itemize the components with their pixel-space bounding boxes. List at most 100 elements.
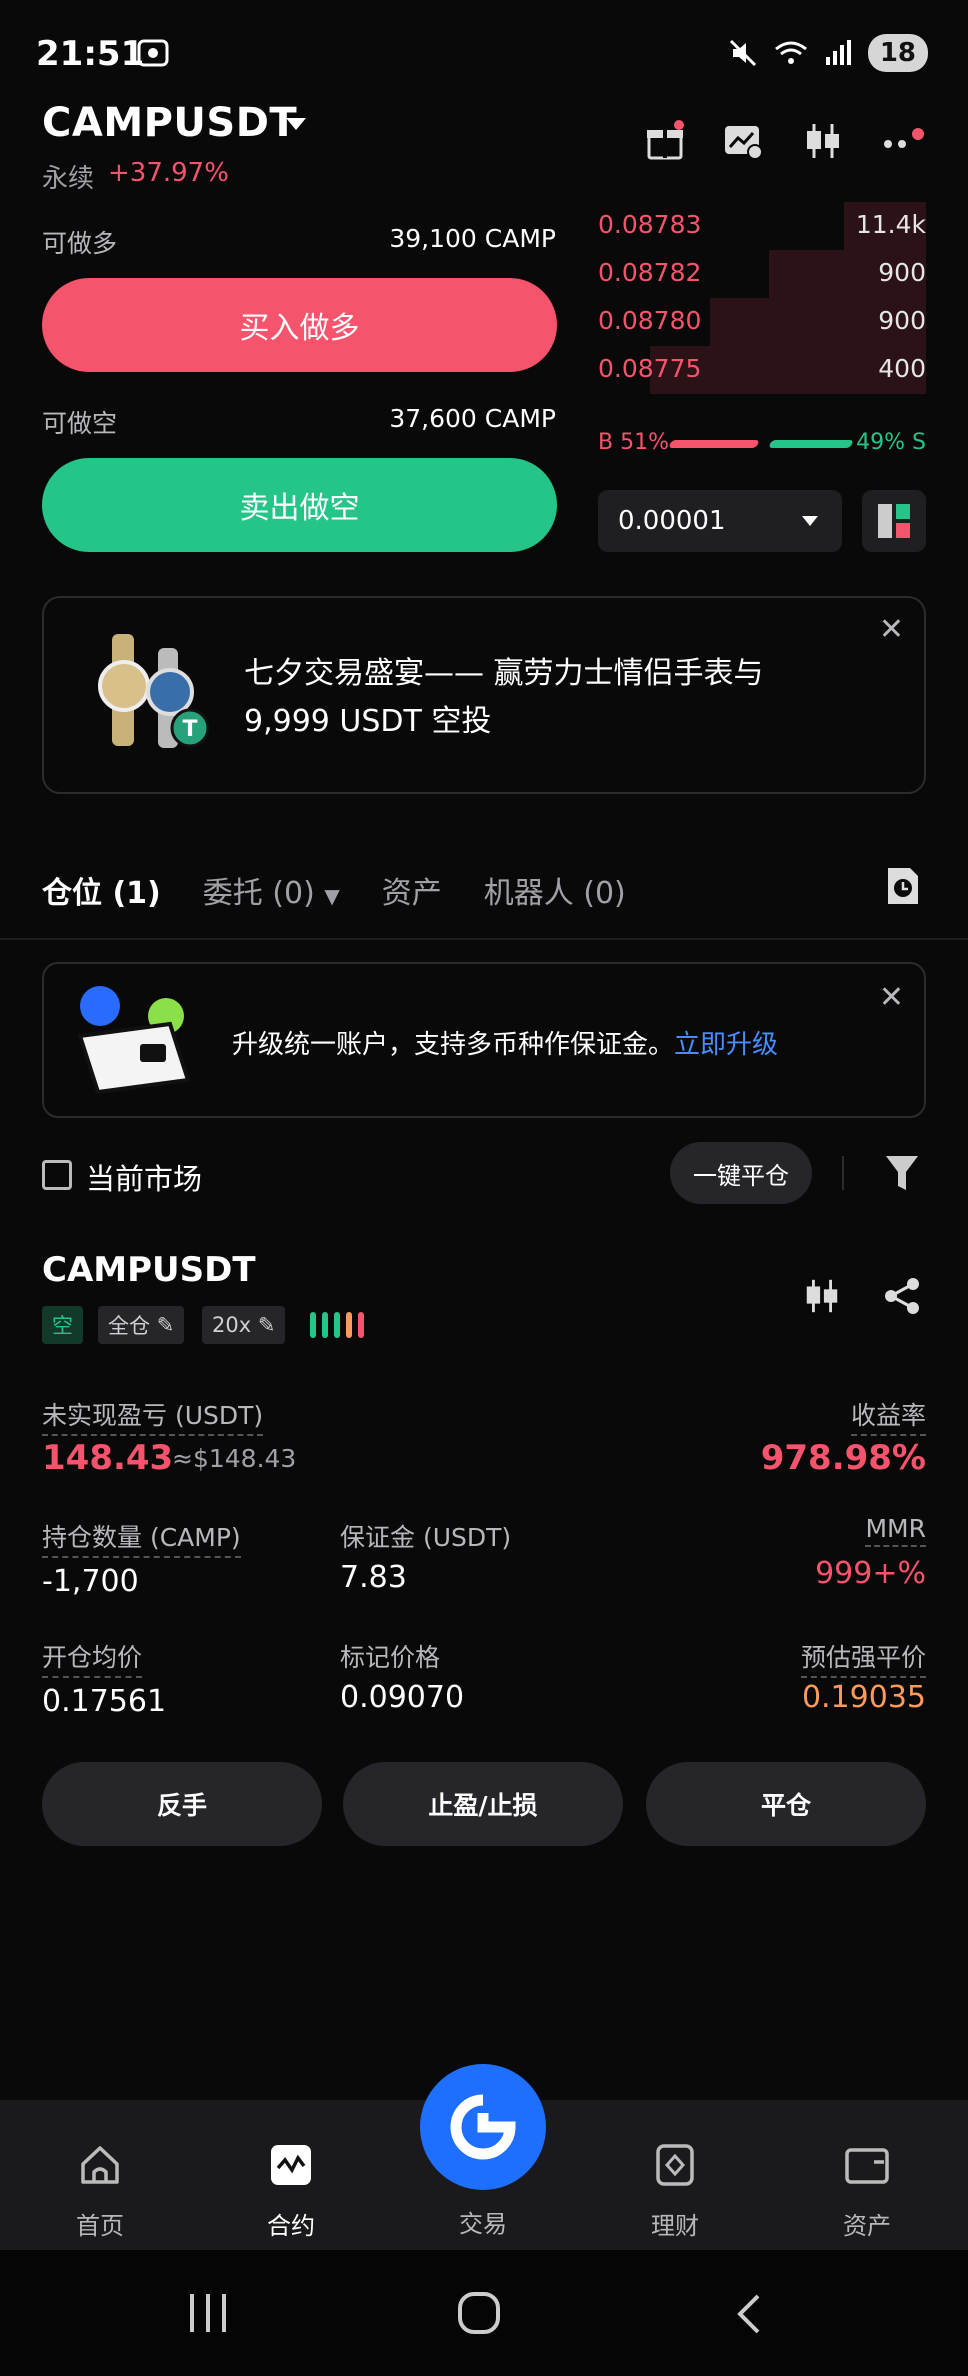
banner-text: 七夕交易盛宴—— 赢劳力士情侣手表与 9,999 USDT 空投	[244, 656, 764, 739]
upgrade-card[interactable]: 升级统一账户，支持多币种作保证金。立即升级 ✕	[42, 962, 926, 1118]
wifi-icon	[774, 41, 807, 64]
margin-mode-badge[interactable]: 全仓 ✎	[98, 1306, 185, 1344]
tab-orders[interactable]: 委托 (0) ▼	[203, 868, 340, 912]
nav-earn[interactable]: 理财	[620, 2142, 730, 2241]
filter-icon[interactable]	[884, 1154, 920, 1196]
divider	[0, 938, 968, 940]
short-available-value: 37,600 CAMP	[389, 404, 556, 433]
sell-short-button[interactable]: 卖出做空	[42, 458, 557, 552]
upgrade-message: 升级统一账户，支持多币种作保证金。	[232, 1030, 675, 1060]
ask-qty: 400	[878, 354, 926, 383]
home-button-icon[interactable]	[456, 2290, 502, 2340]
current-market-checkbox[interactable]	[42, 1160, 72, 1190]
nav-futures[interactable]: 合约	[236, 2142, 346, 2241]
chevron-down-icon[interactable]	[286, 118, 306, 130]
upgrade-link[interactable]: 立即升级	[674, 1030, 778, 1060]
ask-row[interactable]: 0.08783 11.4k	[598, 202, 926, 250]
wallet-icon	[845, 2148, 889, 2184]
ask-qty: 900	[878, 306, 926, 335]
tab-assets[interactable]: 资产	[382, 868, 442, 912]
nav-futures-label: 合约	[267, 2212, 315, 2240]
upgrade-text: 升级统一账户，支持多币种作保证金。立即升级	[232, 1024, 778, 1061]
ask-row[interactable]: 0.08775 400	[598, 346, 926, 394]
roe-value: 978.98%	[760, 1438, 926, 1478]
price-change: +37.97%	[108, 158, 229, 188]
ask-row[interactable]: 0.08780 900	[598, 298, 926, 346]
position-tabs: 仓位 (1) 委托 (0) ▼ 资产 机器人 (0)	[42, 868, 668, 912]
candlestick-icon[interactable]	[802, 1276, 842, 1320]
buy-ratio: B 51%	[598, 430, 669, 455]
close-all-button[interactable]: 一键平仓	[670, 1142, 812, 1204]
tpsl-button[interactable]: 止盈/止损	[343, 1762, 623, 1846]
nav-earn-label: 理财	[651, 2212, 699, 2240]
layout-icon	[878, 504, 910, 538]
tab-bots[interactable]: 机器人 (0)	[484, 868, 626, 912]
back-icon[interactable]	[734, 2292, 764, 2340]
chevron-down-icon	[802, 516, 818, 526]
share-icon[interactable]	[882, 1276, 922, 1320]
nav-assets-label: 资产	[843, 2212, 891, 2240]
ask-price: 0.08783	[598, 210, 702, 239]
unrealized-pnl-label[interactable]: 未实现盈亏 (USDT)	[42, 1396, 264, 1436]
recents-icon[interactable]	[186, 2292, 230, 2338]
long-available-label: 可做多	[42, 229, 118, 258]
mmr-value: 999+%	[815, 1556, 926, 1591]
page-title[interactable]: CAMPUSDT	[42, 100, 297, 146]
candlestick-icon[interactable]	[802, 120, 844, 166]
ask-qty: 11.4k	[855, 210, 926, 239]
unrealized-pnl-value: 148.43	[42, 1438, 174, 1478]
status-time: 21:51	[36, 34, 145, 74]
current-market-label[interactable]: 当前市场	[86, 1156, 202, 1198]
liq-price-label[interactable]: 预估强平价	[800, 1638, 926, 1678]
home-icon	[81, 2146, 119, 2184]
edit-icon: ✎	[257, 1313, 276, 1337]
trade-fab-button[interactable]	[420, 2064, 546, 2190]
precision-select[interactable]: 0.00001	[598, 490, 842, 552]
precision-value: 0.00001	[618, 506, 726, 536]
leverage-badge[interactable]: 20x ✎	[202, 1306, 286, 1344]
nav-home[interactable]: 首页	[45, 2142, 155, 2241]
close-position-button[interactable]: 平仓	[646, 1762, 926, 1846]
ask-price: 0.08775	[598, 354, 702, 383]
history-icon[interactable]	[884, 866, 922, 910]
system-nav-bar	[0, 2250, 968, 2376]
roe-label[interactable]: 收益率	[850, 1396, 926, 1436]
contract-type: 永续	[42, 164, 95, 194]
margin-value: 7.83	[340, 1560, 407, 1595]
edit-icon: ✎	[156, 1313, 175, 1337]
close-icon[interactable]: ✕	[879, 612, 904, 647]
mark-price-label: 标记价格	[340, 1643, 441, 1672]
position-size-label[interactable]: 持仓数量 (CAMP)	[42, 1518, 241, 1558]
sell-ratio: 49% S	[856, 430, 926, 455]
gate-logo-icon	[450, 2094, 516, 2160]
buy-long-button[interactable]: 买入做多	[42, 278, 557, 372]
position-size-value: -1,700	[42, 1564, 139, 1599]
chart-settings-icon[interactable]	[722, 120, 764, 166]
close-icon[interactable]: ✕	[879, 980, 904, 1015]
nav-assets[interactable]: 资产	[812, 2142, 922, 2241]
gift-icon[interactable]	[644, 120, 686, 166]
sell-ratio-bar	[768, 440, 854, 448]
mute-icon	[729, 39, 756, 67]
long-available-value: 39,100 CAMP	[389, 224, 556, 253]
mmr-label[interactable]: MMR	[865, 1514, 926, 1547]
book-layout-button[interactable]	[862, 490, 926, 552]
ask-price: 0.08782	[598, 258, 702, 287]
buy-sell-ratio: B 51% 49% S	[598, 430, 926, 456]
signal-icon	[825, 40, 851, 65]
more-icon[interactable]	[882, 120, 926, 166]
reverse-button[interactable]: 反手	[42, 1762, 322, 1846]
tab-orders-label: 委托 (0)	[202, 876, 315, 911]
side-badge: 空	[42, 1306, 83, 1344]
promo-banner[interactable]: T 七夕交易盛宴—— 赢劳力士情侣手表与 9,999 USDT 空投 ✕	[42, 596, 926, 794]
buy-ratio-bar	[668, 440, 760, 448]
tab-positions[interactable]: 仓位 (1)	[42, 868, 161, 912]
nav-trade-label[interactable]: 交易	[428, 2204, 538, 2239]
entry-price-label[interactable]: 开仓均价	[42, 1638, 143, 1678]
position-symbol[interactable]: CAMPUSDT	[42, 1250, 256, 1290]
watch-image: T	[94, 634, 224, 758]
leverage-label: 20x	[212, 1313, 252, 1337]
unrealized-pnl-usd: ≈$148.43	[172, 1444, 297, 1473]
ask-row[interactable]: 0.08782 900	[598, 250, 926, 298]
battery-level: 18	[879, 38, 916, 68]
